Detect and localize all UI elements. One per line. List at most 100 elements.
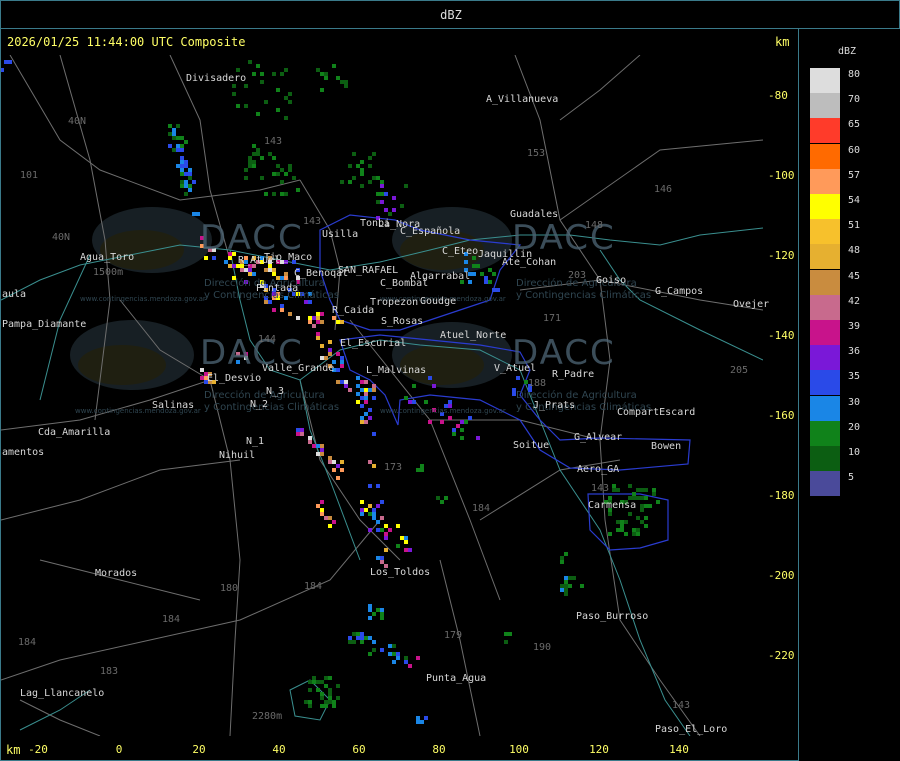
radar-echo-cell [364, 400, 368, 404]
y-tick-label: -220 [768, 649, 795, 662]
radar-echo-cell [452, 428, 456, 432]
legend-value: 65 [848, 119, 861, 131]
route-number-label: 184 [304, 581, 323, 592]
radar-echo-cell [244, 104, 248, 108]
radar-echo-cell [644, 524, 648, 528]
radar-echo-cell [308, 316, 312, 320]
radar-echo-cell [372, 176, 376, 180]
radar-echo-cell [560, 560, 564, 564]
radar-echo-cell [240, 268, 244, 272]
radar-echo-cell [232, 84, 236, 88]
route-number-label: 143 [591, 483, 610, 494]
radar-echo-cell [308, 680, 312, 684]
radar-echo-cell [316, 680, 320, 684]
radar-echo-cell [368, 164, 372, 168]
radar-echo-cell [372, 648, 376, 652]
radar-echo-cell [316, 336, 320, 340]
radar-echo-cell [560, 584, 564, 588]
radar-echo-cell [640, 488, 644, 492]
radar-echo-cell [620, 524, 624, 528]
legend-value: 51 [848, 220, 861, 232]
radar-echo-cell [324, 76, 328, 80]
radar-echo-cell [368, 528, 372, 532]
radar-echo-cell [312, 444, 316, 448]
radar-echo-cell [412, 400, 416, 404]
route-number-label: 184 [472, 503, 491, 514]
radar-echo-cell [288, 168, 292, 172]
radar-echo-cell [320, 356, 324, 360]
legend-value: 39 [848, 321, 861, 332]
radar-echo-cell [492, 272, 496, 276]
radar-echo-cell [368, 512, 372, 516]
radar-echo-cell [304, 700, 308, 704]
radar-echo-cell [232, 264, 236, 268]
radar-echo-cell [608, 532, 612, 536]
legend-value: 80 [848, 69, 861, 80]
x-tick-label: 0 [115, 743, 123, 756]
radar-echo-cell [320, 692, 324, 696]
radar-echo-cell [360, 640, 364, 644]
radar-echo-cell [396, 656, 400, 660]
radar-echo-cell [352, 632, 356, 636]
radar-echo-cell [476, 264, 480, 268]
radar-echo-cell [412, 384, 416, 388]
radar-echo-cell [372, 512, 376, 516]
radar-echo-cell [336, 464, 340, 468]
legend-value: 54 [848, 195, 861, 206]
place-label: R_Padre [552, 369, 595, 380]
radar-echo-cell [356, 400, 360, 404]
radar-echo-cell [256, 64, 260, 68]
radar-echo-cell [356, 164, 360, 168]
radar-echo-cell [260, 72, 264, 76]
place-label: Paso_El_Loro [655, 724, 728, 735]
radar-echo-cell [328, 692, 332, 696]
legend-swatch [810, 194, 840, 219]
radar-echo-cell [636, 496, 640, 500]
radar-echo-cell [328, 516, 332, 520]
radar-echo-cell [484, 276, 488, 280]
radar-echo-cell [368, 636, 372, 640]
radar-echo-cell [460, 436, 464, 440]
place-label: Los_Toldos [370, 567, 431, 578]
place-label: G_Campos [655, 286, 704, 297]
place-label: Goudge [420, 296, 457, 307]
radar-echo-cell [332, 704, 336, 708]
radar-echo-cell [280, 304, 284, 308]
radar-echo-cell [320, 452, 324, 456]
radar-echo-cell [264, 100, 268, 104]
radar-echo-cell [256, 152, 260, 156]
radar-echo-cell [176, 136, 180, 140]
radar-echo-cell [180, 164, 184, 168]
legend-value: 5 [848, 472, 855, 484]
radar-echo-cell [296, 188, 300, 192]
radar-echo-cell [320, 312, 324, 316]
legend-swatch [810, 244, 840, 270]
radar-echo-cell [420, 468, 424, 472]
radar-echo-cell [360, 416, 364, 420]
radar-echo-cell [376, 528, 380, 532]
place-label: Punta_Agua [426, 673, 487, 684]
radar-echo-cell [640, 520, 644, 524]
y-axis-unit: km [775, 35, 790, 49]
radar-echo-cell [560, 556, 564, 560]
watermark-caption-2: Dirección de Agricultura y Contingencias … [516, 278, 652, 301]
radar-echo-cell [640, 496, 644, 500]
radar-echo-cell [180, 160, 184, 164]
place-label: Morados [95, 568, 138, 579]
map-canvas [1, 55, 763, 736]
y-tick-label: -120 [768, 249, 795, 262]
radar-echo-cell [312, 676, 316, 680]
radar-echo-cell [288, 100, 292, 104]
place-label: Ovejer [733, 299, 770, 310]
radar-echo-cell [180, 184, 184, 188]
radar-echo-cell [272, 72, 276, 76]
y-tick-label: -140 [768, 329, 795, 342]
x-tick-label: 120 [589, 743, 609, 756]
radar-echo-cell [200, 376, 204, 380]
legend-swatch [810, 168, 840, 194]
place-label: R_Caida [332, 305, 375, 316]
radar-echo-cell [636, 532, 640, 536]
radar-echo-cell [324, 676, 328, 680]
radar-echo-cell [324, 684, 328, 688]
radar-echo-cell [368, 156, 372, 160]
